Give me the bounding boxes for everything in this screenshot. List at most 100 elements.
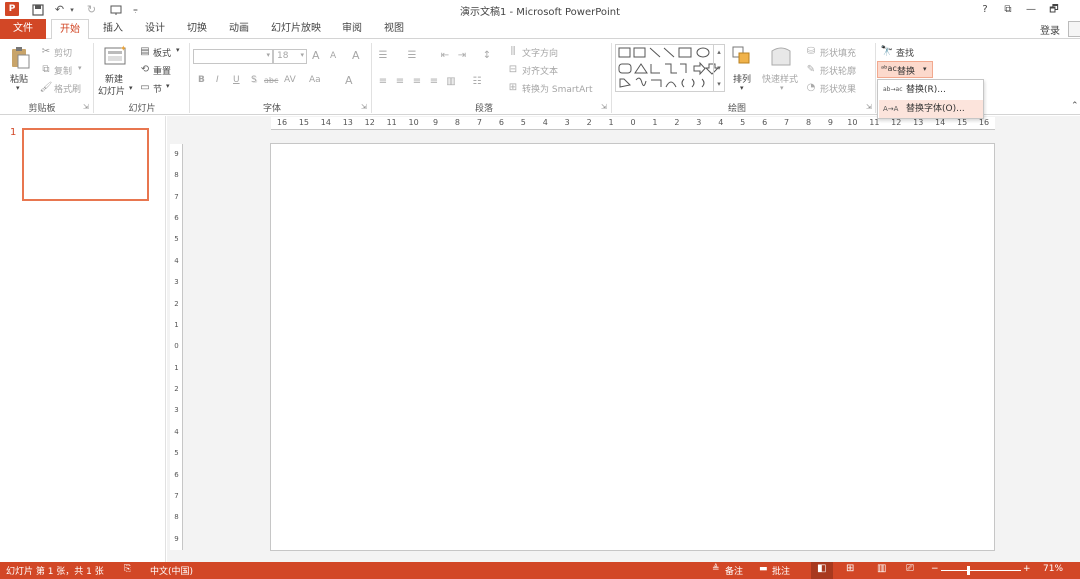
clipboard-launcher-icon[interactable]: ⇲ xyxy=(83,103,89,111)
drawing-launcher-icon[interactable]: ⇲ xyxy=(866,103,872,111)
quick-styles-dropdown-icon[interactable]: ▾ xyxy=(780,84,784,92)
format-painter-button[interactable]: 格式刷 xyxy=(54,82,81,95)
layout-dropdown-icon[interactable]: ▾ xyxy=(176,46,180,54)
shapes-gallery[interactable] xyxy=(615,44,725,92)
menu-item-replace-fonts-label: 替换字体(O)... xyxy=(906,104,965,114)
paint-bucket-icon: ⛁ xyxy=(806,45,816,57)
collapse-ribbon-icon[interactable]: ⌃ xyxy=(1071,101,1079,111)
grow-font-button[interactable]: A xyxy=(312,49,320,62)
strikethrough-button[interactable]: abc xyxy=(264,76,278,85)
justify-icon[interactable]: ≡ xyxy=(427,75,441,87)
find-button[interactable]: 查找 xyxy=(896,46,914,59)
menu-item-replace[interactable]: ab→ac 替换(R)... xyxy=(879,81,983,99)
zoom-out-button[interactable]: − xyxy=(931,564,939,574)
ruler-tick-label: 11 xyxy=(869,118,880,127)
notes-icon: ≜ xyxy=(712,564,720,574)
effects-icon: ◔ xyxy=(806,81,816,93)
comments-button[interactable]: 批注 xyxy=(772,564,790,577)
slideshow-icon[interactable]: ⎚ xyxy=(906,563,914,574)
replace-split-button[interactable]: ᵃᵇac 替换 ▾ xyxy=(877,61,933,78)
font-name-combobox[interactable]: ▾ xyxy=(193,49,273,64)
ribbon-display-button[interactable]: ⧉ xyxy=(998,2,1018,17)
character-spacing-button[interactable]: AV xyxy=(284,75,296,85)
restore-button[interactable]: 🗗 xyxy=(1044,2,1064,17)
tab-file[interactable]: 文件 xyxy=(0,19,46,39)
numbering-icon[interactable]: ☰ xyxy=(405,49,419,61)
zoom-slider-thumb[interactable] xyxy=(967,566,971,575)
layout-button[interactable]: 板式 xyxy=(153,46,171,59)
align-center-icon[interactable]: ≡ xyxy=(393,75,407,87)
ruler-tick-label: 7 xyxy=(784,118,790,127)
font-color-button[interactable]: A xyxy=(345,74,353,87)
copy-button[interactable]: 复制 xyxy=(54,64,72,77)
ruler-tick-label: 1 xyxy=(652,118,658,127)
shapes-scroll[interactable]: ▴ ▾ ▾ xyxy=(713,44,724,92)
notes-button[interactable]: 备注 xyxy=(725,564,743,577)
convert-smartart-button[interactable]: 转换为 SmartArt xyxy=(522,82,592,95)
columns-icon[interactable]: ☷ xyxy=(470,75,484,87)
font-size-combobox[interactable]: 18 ▾ xyxy=(273,49,307,64)
zoom-in-button[interactable]: + xyxy=(1023,564,1031,574)
help-button[interactable]: ? xyxy=(975,2,995,17)
replace-dropdown-icon[interactable]: ▾ xyxy=(923,65,927,73)
quick-styles-icon[interactable] xyxy=(769,45,793,69)
section-button[interactable]: 节 xyxy=(153,82,162,95)
menu-item-replace-fonts[interactable]: A→A 替换字体(O)... xyxy=(879,100,983,118)
new-slide-dropdown-icon[interactable]: ▾ xyxy=(129,84,133,92)
arrange-dropdown-icon[interactable]: ▾ xyxy=(740,84,744,92)
align-left-icon[interactable]: ≡ xyxy=(376,75,390,87)
text-shadow-button[interactable]: S xyxy=(251,75,257,85)
font-launcher-icon[interactable]: ⇲ xyxy=(361,103,367,111)
minimize-button[interactable]: — xyxy=(1021,2,1041,17)
spell-check-icon[interactable]: ⎘ xyxy=(124,564,131,574)
font-group-label: 字体 xyxy=(262,104,281,114)
font-name-dropdown-icon[interactable]: ▾ xyxy=(266,51,270,59)
zoom-slider-track[interactable] xyxy=(941,570,1021,571)
ruler-tick-label: 8 xyxy=(454,118,461,127)
new-slide-label-2[interactable]: 幻灯片 xyxy=(98,84,125,97)
font-size-dropdown-icon[interactable]: ▾ xyxy=(300,51,304,59)
paste-dropdown-icon[interactable]: ▾ xyxy=(16,84,20,92)
language-status[interactable]: 中文(中国) xyxy=(150,564,193,577)
sign-in-link[interactable]: 登录 xyxy=(1040,22,1060,37)
align-text-button[interactable]: 对齐文本 xyxy=(522,64,558,77)
slide-thumbnail[interactable] xyxy=(22,128,149,201)
reading-view-icon[interactable]: ▥ xyxy=(877,563,886,574)
section-dropdown-icon[interactable]: ▾ xyxy=(166,82,170,90)
tab-design[interactable]: 设计 xyxy=(138,19,172,39)
paste-icon[interactable] xyxy=(8,45,32,71)
tab-view[interactable]: 视图 xyxy=(377,19,411,39)
cut-button[interactable]: 剪切 xyxy=(54,46,72,59)
bullets-icon[interactable]: ☰ xyxy=(376,49,390,61)
shape-fill-button[interactable]: 形状填充 xyxy=(820,46,856,59)
shape-outline-button[interactable]: 形状轮廓 xyxy=(820,64,856,77)
arrange-icon[interactable] xyxy=(731,45,753,67)
shrink-font-button[interactable]: A xyxy=(330,51,336,61)
clear-formatting-button[interactable]: A xyxy=(352,49,360,62)
shape-effects-button[interactable]: 形状效果 xyxy=(820,82,856,95)
increase-indent-icon[interactable]: ⇥ xyxy=(455,49,469,61)
tab-slideshow[interactable]: 幻灯片放映 xyxy=(264,19,328,39)
new-slide-icon[interactable]: ✦ xyxy=(103,45,127,67)
decrease-indent-icon[interactable]: ⇤ xyxy=(438,49,452,61)
tab-animations[interactable]: 动画 xyxy=(222,19,256,39)
underline-button[interactable]: U xyxy=(233,75,240,85)
text-direction-button[interactable]: 文字方向 xyxy=(522,46,558,59)
paragraph-launcher-icon[interactable]: ⇲ xyxy=(601,103,607,111)
change-case-button[interactable]: Aa xyxy=(309,75,321,85)
tab-transitions[interactable]: 切换 xyxy=(180,19,214,39)
avatar[interactable] xyxy=(1068,21,1080,37)
reset-button[interactable]: 重置 xyxy=(153,64,171,77)
tab-home[interactable]: 开始 xyxy=(51,19,89,40)
slide-canvas[interactable] xyxy=(270,143,995,551)
bold-button[interactable]: B xyxy=(198,75,205,85)
tab-review[interactable]: 审阅 xyxy=(335,19,369,39)
slide-sorter-icon[interactable]: ⊞ xyxy=(846,563,854,574)
line-spacing-icon[interactable]: ↕ xyxy=(480,49,494,61)
zoom-level[interactable]: 71% xyxy=(1043,564,1063,574)
align-right-icon[interactable]: ≡ xyxy=(410,75,424,87)
italic-button[interactable]: I xyxy=(216,75,219,85)
copy-dropdown-icon[interactable]: ▾ xyxy=(78,64,82,72)
tab-insert[interactable]: 插入 xyxy=(96,19,130,39)
distributed-icon[interactable]: ▥ xyxy=(444,75,458,87)
